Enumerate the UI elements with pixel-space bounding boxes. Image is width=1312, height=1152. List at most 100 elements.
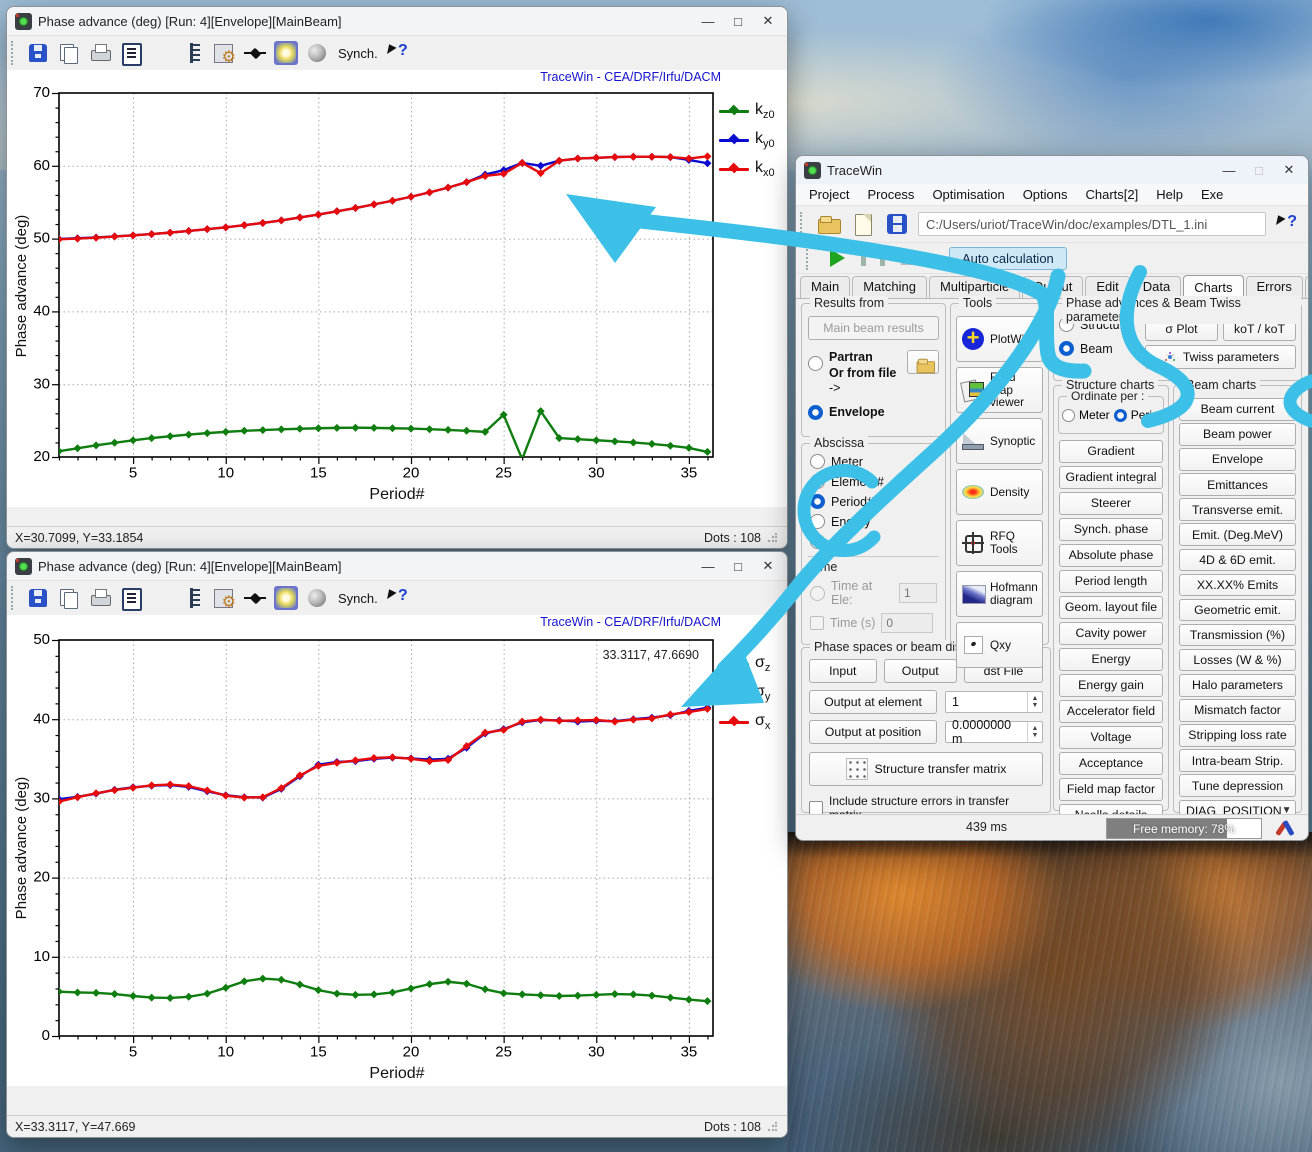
output-at-element-spinner[interactable]: 1 ▲ ▼	[945, 691, 1043, 713]
tab-main[interactable]: Main	[800, 276, 851, 298]
save-project-icon[interactable]	[884, 211, 910, 237]
new-project-icon[interactable]	[850, 211, 876, 237]
auto-calculation-button[interactable]: Auto calculation	[949, 246, 1067, 270]
tab-data[interactable]: Data	[1131, 276, 1182, 298]
settings-icon[interactable]	[212, 41, 236, 67]
tool-rfq-tools[interactable]: RFQ Tools	[956, 520, 1043, 566]
maximize-button[interactable]: □	[723, 554, 753, 578]
save-icon[interactable]	[26, 586, 50, 610]
structure-chart-field-map-factor[interactable]: Field map factor	[1059, 778, 1163, 801]
glow-marker-icon[interactable]	[274, 41, 298, 65]
abscissa-option-period[interactable]: Period#	[810, 494, 937, 509]
tools-status-icon[interactable]	[1276, 819, 1296, 837]
beam-chart-geometric-emit[interactable]: Geometric emit.	[1179, 598, 1296, 622]
output-at-position-spinner[interactable]: 0.0000000 m ▲ ▼	[945, 718, 1043, 746]
sphere-icon[interactable]	[305, 41, 329, 65]
settings-icon[interactable]	[212, 586, 236, 612]
resize-grip[interactable]	[767, 532, 777, 543]
tool-field-map-viewer[interactable]: Field map viewer	[956, 367, 1043, 413]
structure-chart-accelerator-field[interactable]: Accelerator field	[1059, 700, 1163, 723]
beam-chart-halo-parameters[interactable]: Halo parameters	[1179, 674, 1296, 697]
menu-exe[interactable]: Exe	[1192, 186, 1232, 203]
tab-output[interactable]: Output	[1022, 276, 1084, 298]
structure-chart-energy[interactable]: Energy	[1059, 648, 1163, 671]
beam-chart-emittances[interactable]: Emittances	[1179, 473, 1296, 496]
tool-plotwin[interactable]: PlotWin	[956, 316, 1043, 362]
save-icon[interactable]	[26, 41, 50, 65]
radio-meter[interactable]	[810, 454, 825, 469]
open-project-icon[interactable]	[816, 211, 842, 237]
structure-chart-geom-layout-file[interactable]: Geom. layout file	[1059, 596, 1163, 619]
radio-period[interactable]	[810, 494, 825, 509]
maximize-button[interactable]: □	[723, 9, 753, 33]
menu-options[interactable]: Options	[1014, 186, 1077, 203]
report-icon[interactable]	[119, 586, 143, 611]
input-button[interactable]: Input	[809, 659, 877, 683]
print-icon[interactable]	[88, 586, 112, 610]
radio-envelope[interactable]	[808, 404, 823, 420]
ruler-icon[interactable]	[181, 586, 205, 610]
beam-chart-xx-xx-emits[interactable]: XX.XX% Emits	[1179, 573, 1296, 597]
close-button[interactable]: ✕	[1274, 158, 1304, 182]
output-at-element-button[interactable]: Output at element	[809, 690, 937, 714]
menu-optimisation[interactable]: Optimisation	[923, 186, 1013, 203]
output-at-position-button[interactable]: Output at position	[809, 720, 937, 744]
beam-chart-intra-beam-strip[interactable]: Intra-beam Strip.	[1179, 749, 1296, 772]
glow-marker-icon[interactable]	[274, 586, 298, 610]
titlebar[interactable]: Phase advance (deg) [Run: 4][Envelope][M…	[7, 552, 787, 580]
ruler-icon[interactable]	[181, 41, 205, 65]
run-icon[interactable]	[830, 249, 845, 267]
include-errors-checkbox[interactable]	[809, 801, 823, 815]
titlebar[interactable]: TraceWin — □ ✕	[796, 156, 1308, 184]
structure-chart-cavity-power[interactable]: Cavity power	[1059, 622, 1163, 645]
beam-chart-stripping-loss-rate[interactable]: Stripping loss rate	[1179, 724, 1296, 747]
tool-hofmann-diagram[interactable]: Hofmann diagram	[956, 571, 1043, 617]
structure-chart-synch-phase[interactable]: Synch. phase	[1059, 518, 1163, 541]
structure-chart-voltage[interactable]: Voltage	[1059, 726, 1163, 749]
beam-chart-beam-current[interactable]: Beam current	[1179, 398, 1296, 421]
spinner-arrows-icon[interactable]: ▲ ▼	[1027, 692, 1042, 712]
twiss-parameters-button[interactable]: Twiss parameters	[1145, 345, 1296, 369]
radio-ordinate-meter[interactable]	[1062, 408, 1075, 422]
print-icon[interactable]	[88, 41, 112, 65]
tab-edit[interactable]: Edit	[1085, 276, 1130, 298]
beam-chart-4d-6d-emit[interactable]: 4D & 6D emit.	[1179, 548, 1296, 572]
spinner-arrows-icon[interactable]: ▲ ▼	[1027, 722, 1042, 742]
menu-project[interactable]: Project	[800, 186, 858, 203]
context-help-icon[interactable]	[385, 586, 409, 610]
tool-synoptic[interactable]: Synoptic	[956, 418, 1043, 464]
tab-va[interactable]: VA	[1304, 276, 1308, 298]
maximize-button[interactable]: □	[1244, 158, 1274, 182]
radio-energy[interactable]	[810, 514, 825, 529]
structure-chart-period-length[interactable]: Period length	[1059, 570, 1163, 593]
output-button[interactable]: Output	[883, 659, 957, 683]
tab-matching[interactable]: Matching	[852, 276, 927, 298]
minimize-button[interactable]: —	[693, 9, 723, 33]
abscissa-option-meter[interactable]: Meter	[810, 454, 937, 469]
structure-chart-gradient[interactable]: Gradient	[1059, 440, 1163, 463]
beam-chart-envelope[interactable]: Envelope	[1179, 448, 1296, 471]
menu-process[interactable]: Process	[858, 186, 923, 203]
percent-icon[interactable]	[150, 41, 174, 65]
beam-chart-losses-w[interactable]: Losses (W & %)	[1179, 648, 1296, 672]
toolbar-grip[interactable]	[806, 246, 812, 270]
radio-[interactable]	[810, 534, 825, 549]
toolbar-grip[interactable]	[800, 212, 806, 236]
abscissa-option-[interactable]: β	[810, 534, 937, 549]
tool-density[interactable]: Density	[956, 469, 1043, 515]
structure-chart-steerer[interactable]: Steerer	[1059, 492, 1163, 515]
menu-help[interactable]: Help	[1147, 186, 1192, 203]
structure-chart-energy-gain[interactable]: Energy gain	[1059, 674, 1163, 697]
beam-axis-icon[interactable]	[243, 41, 267, 65]
radio-beam[interactable]	[1059, 341, 1074, 356]
radio-partran[interactable]	[808, 356, 823, 371]
minimize-button[interactable]: —	[693, 554, 723, 578]
phase-advance-plot[interactable]	[13, 87, 719, 485]
structure-chart-gradient-integral[interactable]: Gradient integral	[1059, 466, 1163, 489]
close-button[interactable]: ✕	[753, 554, 783, 578]
project-path-input[interactable]	[918, 212, 1266, 236]
tab-errors[interactable]: Errors	[1245, 276, 1303, 298]
structure-chart-acceptance[interactable]: Acceptance	[1059, 752, 1163, 775]
menu-charts-2[interactable]: Charts[2]	[1077, 186, 1148, 203]
report-icon[interactable]	[119, 41, 143, 66]
